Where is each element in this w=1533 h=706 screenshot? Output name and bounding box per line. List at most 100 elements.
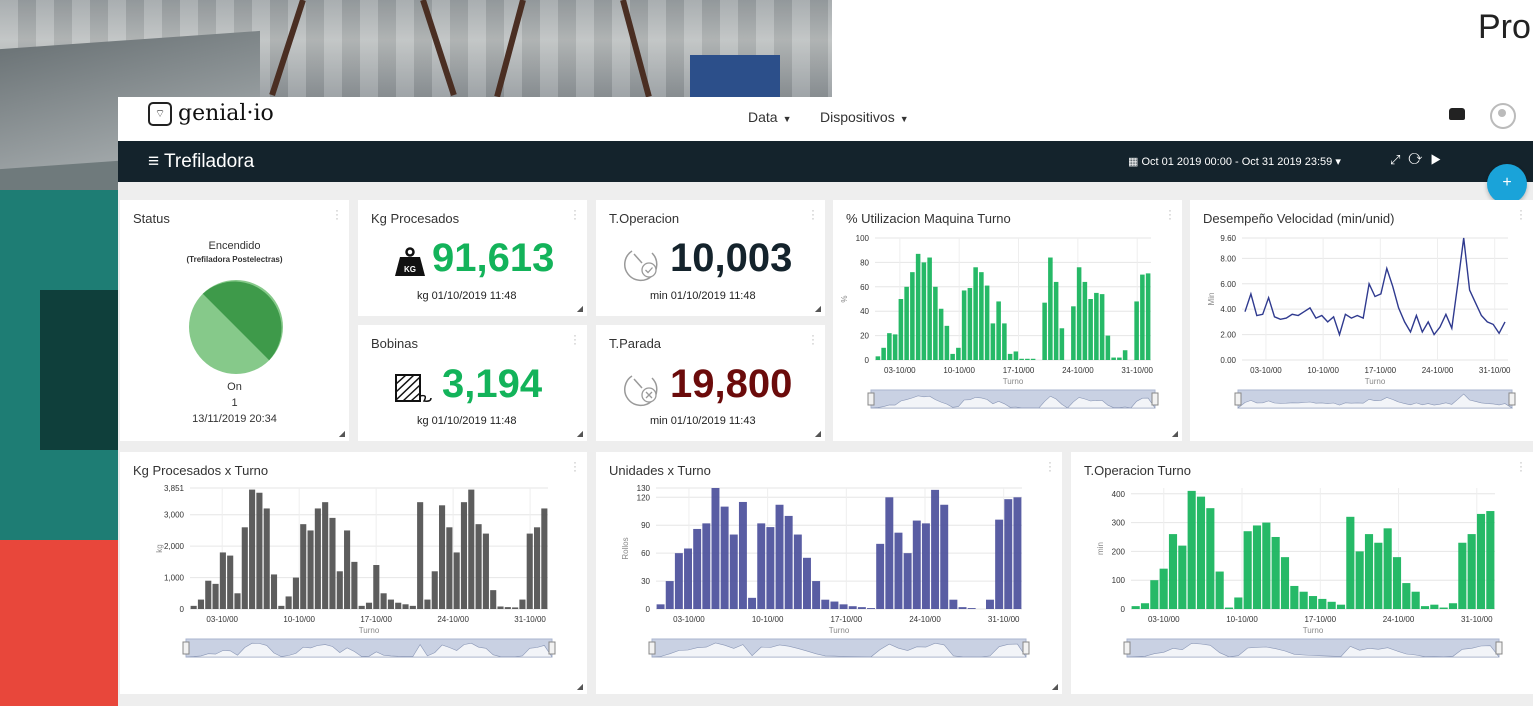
t-operacion-panel: T.Operacion · · · 10,003 min 01/10/2019 11… xyxy=(596,200,825,316)
data-bar xyxy=(249,489,256,609)
kg-procesados-panel: Kg Procesados · · · KG 91,613 kg 01/10/201… xyxy=(358,200,587,316)
data-bar xyxy=(949,599,958,609)
panel-menu-icon[interactable]: · · · xyxy=(811,329,815,349)
data-bar xyxy=(453,552,460,609)
panel-menu-icon[interactable]: · · · xyxy=(1168,204,1172,224)
data-bar xyxy=(1122,350,1128,360)
inbox-icon[interactable] xyxy=(1449,108,1465,120)
x-tick-label: 10-10/00 xyxy=(943,366,975,375)
data-bar xyxy=(285,596,292,609)
navigator-handle-right xyxy=(1508,392,1516,406)
data-bar xyxy=(1243,531,1252,609)
data-bar xyxy=(910,272,915,360)
data-bar xyxy=(1071,306,1076,360)
navigator-handle-left xyxy=(867,392,875,406)
avatar[interactable] xyxy=(1490,103,1516,129)
navigator-handle-right xyxy=(1022,641,1030,655)
x-tick-label: 24-10/00 xyxy=(1062,366,1094,375)
data-bar xyxy=(894,532,903,609)
panel-title: T.Operacion Turno xyxy=(1084,463,1191,478)
y-tick-label: 80 xyxy=(860,258,869,267)
x-axis-label: Turno xyxy=(1003,377,1024,386)
data-bar xyxy=(1178,545,1187,609)
data-bar xyxy=(938,308,944,360)
panel-menu-icon[interactable]: · · · xyxy=(573,204,577,224)
navigator-handle-left xyxy=(182,641,190,655)
fullscreen-icon[interactable]: ⤢ xyxy=(1390,152,1408,167)
panel-title: T.Parada xyxy=(609,336,662,351)
add-widget-button[interactable]: + xyxy=(1487,164,1527,204)
resize-handle-icon[interactable]: ◢ xyxy=(815,304,821,313)
panel-menu-icon[interactable]: · · · xyxy=(1048,456,1052,476)
panel-menu-icon[interactable]: · · · xyxy=(811,204,815,224)
x-tick-label: 31-10/00 xyxy=(514,615,546,624)
panel-menu-icon[interactable]: · · · xyxy=(1519,456,1523,476)
x-tick-label: 17-10/00 xyxy=(1304,615,1336,624)
x-tick-label: 03-10/00 xyxy=(673,615,705,624)
t-parada-panel: T.Parada · · · 19,800 min 01/10/2019 11:43… xyxy=(596,325,825,441)
logo[interactable]: ⌔ genial·io xyxy=(148,101,274,126)
data-bar xyxy=(927,257,932,360)
data-bar xyxy=(766,527,775,609)
resize-handle-icon[interactable]: ◢ xyxy=(577,429,583,438)
data-bar xyxy=(931,489,940,609)
data-bar xyxy=(1411,591,1420,609)
nav-dispositivos-label: Dispositivos xyxy=(820,109,895,125)
kg-value: 91,613 xyxy=(432,236,555,280)
x-tick-label: 10-10/00 xyxy=(1307,366,1339,375)
data-bar xyxy=(329,517,336,609)
data-bar xyxy=(373,565,380,609)
data-bar xyxy=(490,590,497,609)
resize-handle-icon[interactable]: ◢ xyxy=(577,304,583,313)
y-tick-label: 60 xyxy=(641,549,650,558)
panel-menu-icon[interactable]: · · · xyxy=(1519,204,1523,224)
resize-handle-icon[interactable]: ◢ xyxy=(815,429,821,438)
utilizacion-panel: % Utilizacion Maquina Turno · · · 0 20 40 60 8… xyxy=(833,200,1182,441)
data-bar xyxy=(512,607,519,609)
data-bar xyxy=(784,515,793,609)
date-range-picker[interactable]: ▦ Oct 01 2019 00:00 - Oct 31 2019 23:59 … xyxy=(1128,155,1341,168)
data-bar xyxy=(241,527,248,609)
data-bar xyxy=(460,502,468,609)
red-machine-shape xyxy=(0,540,118,706)
data-bar xyxy=(940,504,949,609)
panel-menu-icon[interactable]: · · · xyxy=(573,329,577,349)
nav-dispositivos[interactable]: Dispositivos ▼ xyxy=(820,109,909,125)
weight-icon-label: KG xyxy=(404,265,416,274)
panel-menu-icon[interactable]: · · · xyxy=(573,456,577,476)
x-tick-label: 03-10/00 xyxy=(884,366,916,375)
resize-handle-icon[interactable]: ◢ xyxy=(339,429,345,438)
data-bar xyxy=(1002,323,1007,360)
resize-handle-icon[interactable]: ◢ xyxy=(577,682,583,691)
data-bar xyxy=(358,605,365,609)
clock-check-icon xyxy=(624,250,658,282)
y-tick-label: 120 xyxy=(637,493,651,502)
panel-title: Unidades x Turno xyxy=(609,463,711,478)
x-axis-label: Turno xyxy=(359,626,380,635)
resize-handle-icon[interactable]: ◢ xyxy=(1052,682,1058,691)
data-bar xyxy=(1025,358,1030,360)
data-bar xyxy=(711,488,720,609)
utilizacion-chart: 0 20 40 60 80 100 03-10/00 10-10/00 17-10/00 24-1… xyxy=(840,234,1159,409)
panel-menu-icon[interactable]: · · · xyxy=(335,204,339,224)
data-bar xyxy=(212,583,219,609)
navigator-handle-left xyxy=(1123,641,1131,655)
kg-turno-panel: Kg Procesados x Turno · · · 0 1,000 2,000 3,0… xyxy=(120,452,587,694)
nav-data[interactable]: Data ▼ xyxy=(748,109,792,125)
data-bar xyxy=(903,553,912,609)
dashboard-title[interactable]: ≡ Trefiladora xyxy=(148,151,254,173)
refresh-icon[interactable]: ⟳ xyxy=(1408,152,1430,167)
data-bar xyxy=(351,561,358,609)
data-bar xyxy=(1392,557,1402,609)
y-tick-label: 9.60 xyxy=(1220,234,1236,243)
data-bar xyxy=(314,508,321,609)
play-icon[interactable]: ▶ xyxy=(1430,152,1448,167)
desempeno-chart: 0.00 2.00 4.00 6.00 8.00 9.60 03-10/00 10-10/00… xyxy=(1207,234,1516,409)
resize-handle-icon[interactable]: ◢ xyxy=(1172,429,1178,438)
t-operacion-value: 10,003 xyxy=(670,236,793,280)
status-device: (Trefiladora Postelectras) xyxy=(186,255,283,264)
y-tick-label: 2,000 xyxy=(164,542,185,551)
t-operacion-turno-panel: T.Operacion Turno · · · 0 100 200 300 400 03-10… xyxy=(1071,452,1533,694)
x-tick-label: 31-10/00 xyxy=(1121,366,1153,375)
data-bar xyxy=(1374,542,1383,609)
